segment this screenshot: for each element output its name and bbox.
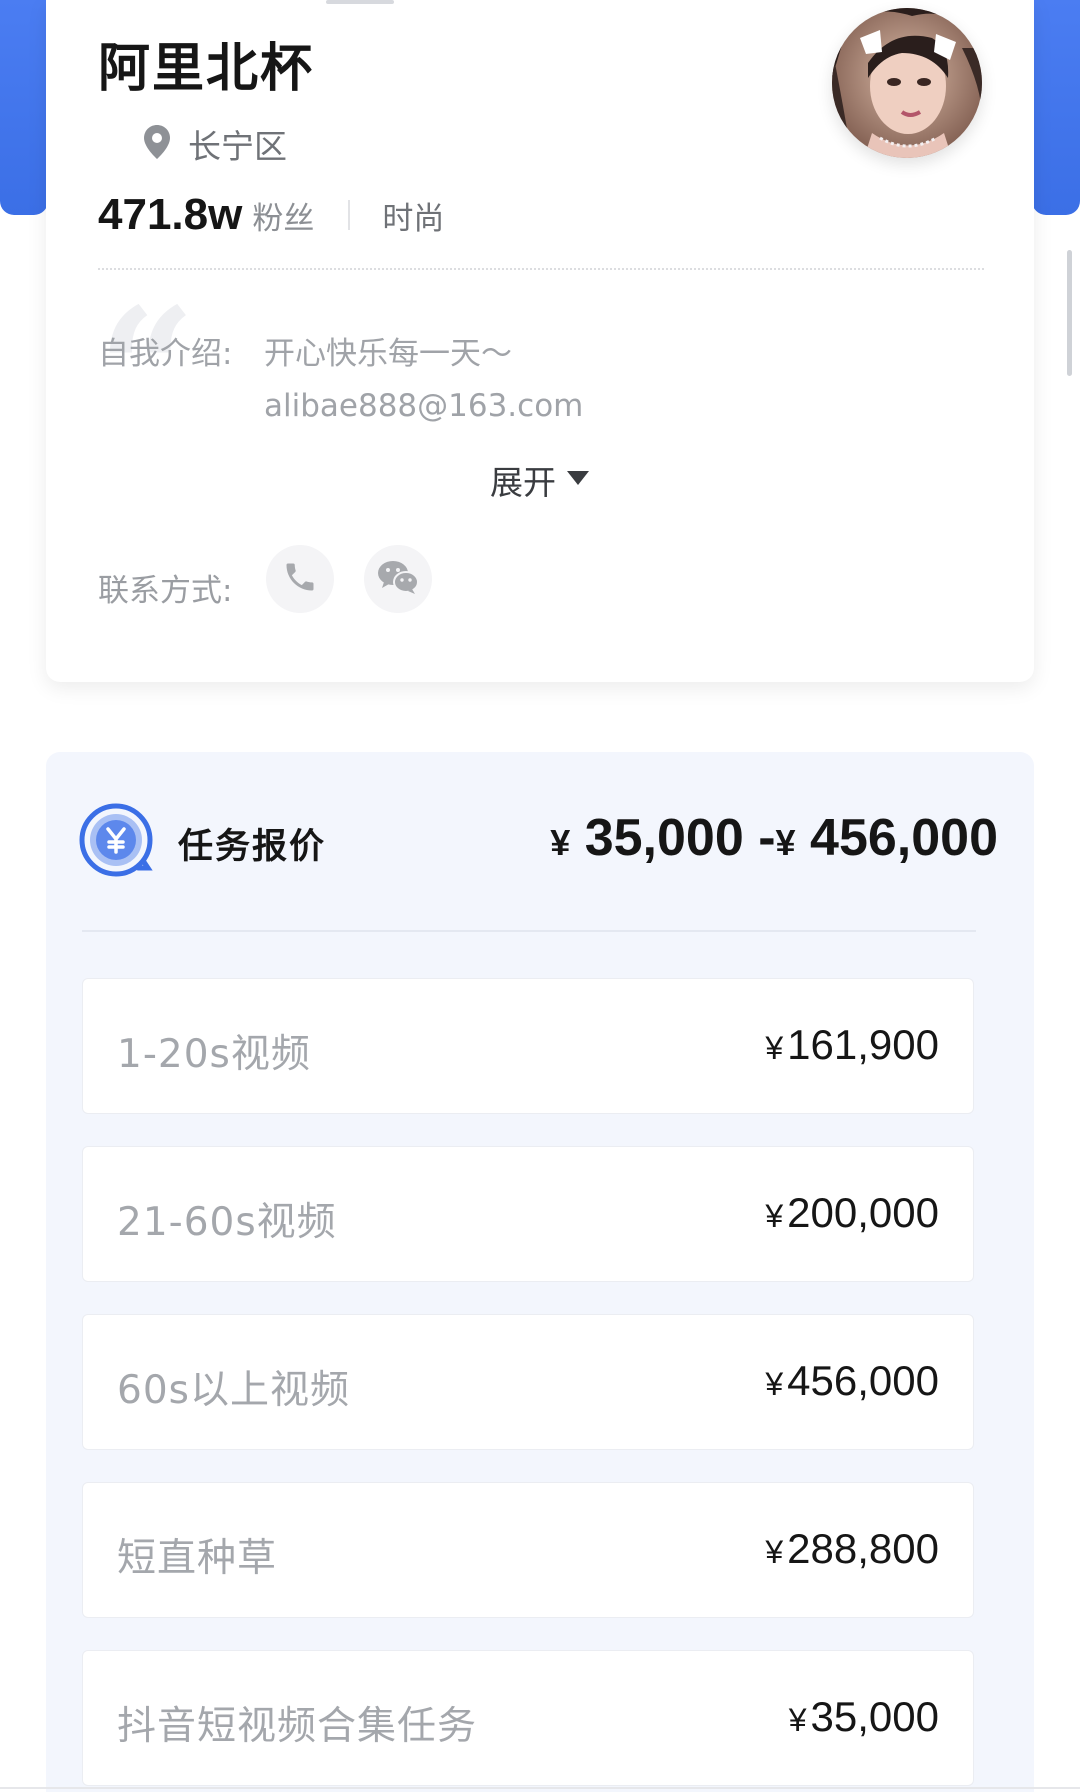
price-item-label: 短直种草 [117, 1536, 278, 1581]
price-item-label: 21-60s视频 [117, 1200, 337, 1245]
expand-button[interactable]: 展开 [46, 456, 1034, 504]
quote-range: ¥ 35,000 -¥ 456,000 [550, 808, 998, 868]
profile-card: 阿里北杯 长宁区 471.8w 粉丝 时尚 “ 自我介绍: 开心快乐每一天～ a… [46, 0, 1034, 682]
location-row: 长宁区 [142, 120, 287, 168]
profile-name: 阿里北杯 [98, 39, 315, 99]
price-value: 200,000 [787, 1189, 939, 1236]
price-item-price: ¥200,000 [765, 1189, 939, 1237]
fans-count: 471.8w [98, 190, 243, 239]
intro-line: 开心快乐每一天～ [264, 336, 512, 372]
price-value: 161,900 [787, 1021, 939, 1068]
price-item[interactable]: 短直种草 ¥288,800 [82, 1482, 974, 1618]
price-currency: ¥ [765, 1534, 784, 1570]
range-max-currency: ¥ [775, 822, 796, 863]
price-value: 456,000 [787, 1357, 939, 1404]
price-item[interactable]: 21-60s视频 ¥200,000 [82, 1146, 974, 1282]
location-text: 长宁区 [188, 127, 287, 166]
task-quote-panel: 任务报价 ¥ 35,000 -¥ 456,000 1-20s视频 ¥161,90… [46, 752, 1034, 1792]
wechat-icon [376, 558, 420, 600]
intro-email: alibae888@163.com [264, 388, 584, 424]
fans-row: 471.8w 粉丝 时尚 [98, 190, 444, 240]
price-item-price: ¥288,800 [765, 1525, 939, 1573]
price-currency: ¥ [765, 1030, 784, 1066]
contact-label: 联系方式: [98, 573, 233, 609]
price-item-price: ¥456,000 [765, 1357, 939, 1405]
fans-label: 粉丝 [252, 201, 315, 237]
phone-icon [282, 559, 318, 599]
price-item-price: ¥35,000 [789, 1693, 939, 1741]
fans-divider [348, 200, 351, 230]
top-notch-indicator [326, 0, 394, 4]
range-min: 35,000 [584, 809, 744, 867]
range-separator: - [758, 809, 776, 867]
range-max: 456,000 [810, 809, 998, 867]
price-item-label: 抖音短视频合集任务 [117, 1704, 478, 1749]
price-item[interactable]: 1-20s视频 ¥161,900 [82, 978, 974, 1114]
price-item-label: 1-20s视频 [117, 1032, 311, 1077]
avatar[interactable] [832, 8, 982, 158]
category-tag: 时尚 [382, 201, 445, 237]
header-blue-band-left [0, 0, 48, 215]
dotted-divider [98, 268, 984, 270]
location-pin-icon [142, 124, 172, 164]
price-item-price: ¥161,900 [765, 1021, 939, 1069]
price-item-label: 60s以上视频 [117, 1368, 350, 1413]
price-value: 288,800 [787, 1525, 939, 1572]
price-value: 35,000 [810, 1693, 939, 1740]
price-currency: ¥ [788, 1702, 807, 1738]
wechat-button[interactable] [364, 545, 432, 613]
yen-coin-icon [78, 802, 154, 878]
price-currency: ¥ [765, 1366, 784, 1402]
quote-divider [82, 930, 976, 932]
intro-label: 自我介绍: [98, 336, 233, 372]
price-currency: ¥ [765, 1198, 784, 1234]
range-min-currency: ¥ [550, 822, 571, 863]
quote-title: 任务报价 [178, 827, 327, 867]
intro-text: 开心快乐每一天～ alibae888@163.com [264, 328, 583, 432]
scrollbar[interactable] [1067, 250, 1072, 376]
header-blue-band-right [1032, 0, 1080, 215]
phone-button[interactable] [266, 545, 334, 613]
chevron-down-icon [566, 469, 590, 491]
price-item[interactable]: 抖音短视频合集任务 ¥35,000 [82, 1650, 974, 1786]
expand-label: 展开 [490, 463, 556, 502]
price-item[interactable]: 60s以上视频 ¥456,000 [82, 1314, 974, 1450]
